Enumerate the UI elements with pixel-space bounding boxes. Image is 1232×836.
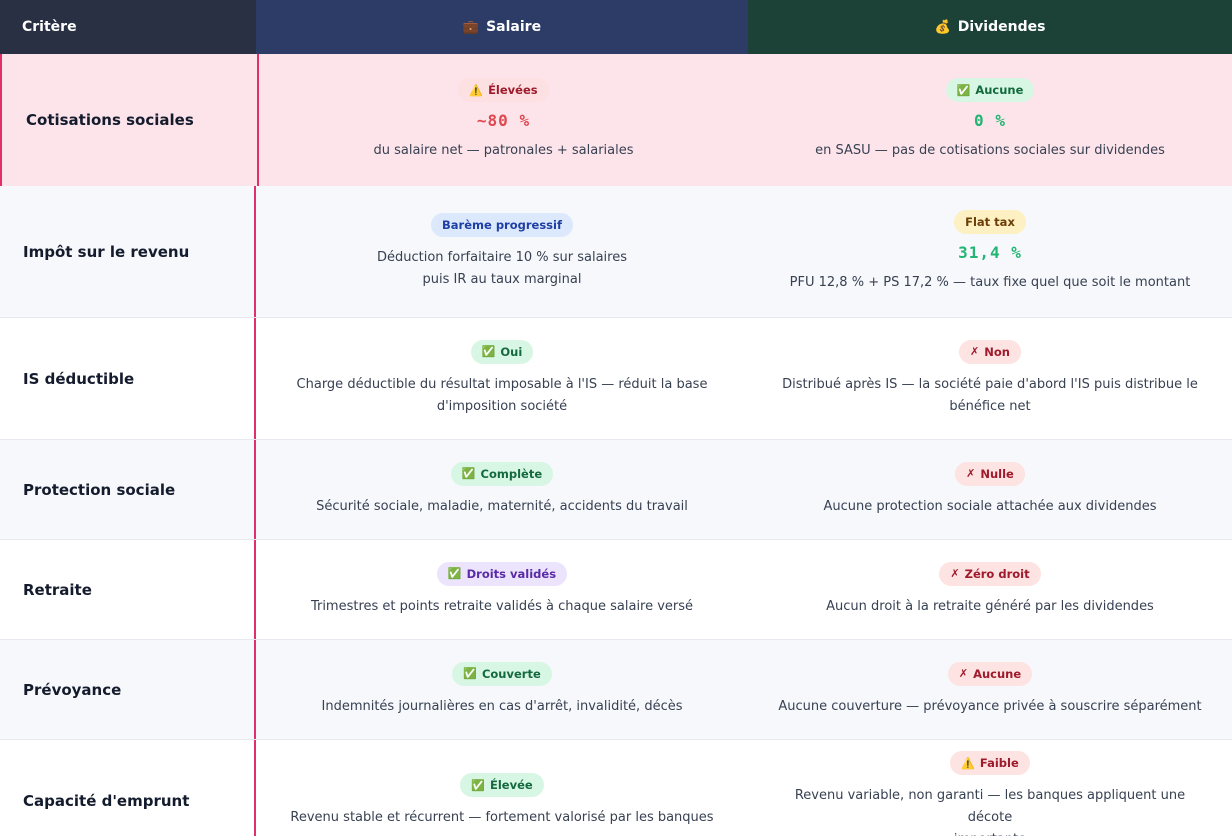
cell-description: Déduction forfaitaire 10 % sur salaires p… <box>377 249 627 287</box>
dividends-header: 💰 Dividendes <box>748 0 1232 54</box>
status-badge: Flat tax <box>954 209 1026 234</box>
table-row: Retraite ✅ Droits validés Trimestres et p… <box>0 540 1232 640</box>
cross-icon: ✗ <box>970 345 980 358</box>
salary-cell: ✅ Complète Sécurité sociale, maladie, mat… <box>256 440 748 539</box>
criterion-header: Critère <box>0 0 256 54</box>
cell-description: Charge déductible du résultat imposable … <box>296 376 708 414</box>
briefcase-icon: 💼 <box>462 19 480 35</box>
row-criterion: IS déductible <box>0 318 256 439</box>
cell-description: PFU 12,8 % + PS 17,2 % — taux fixe quel … <box>789 274 1191 290</box>
check-icon: ✅ <box>956 83 971 97</box>
money-bag-icon: 💰 <box>934 19 951 35</box>
status-badge: ✅ Aucune <box>945 78 1035 102</box>
cell-description: Aucune protection sociale attachée aux d… <box>823 498 1157 514</box>
rate-value: ~80 % <box>476 111 531 130</box>
row-criterion: Protection sociale <box>0 440 256 539</box>
check-icon: ✅ <box>471 778 485 792</box>
comparison-table: Critère 💼 Salaire 💰 Dividendes Cotisations… <box>0 0 1232 836</box>
table-row: IS déductible ✅ Oui Charge déductible du … <box>0 318 1232 440</box>
dividends-cell: ✗ Nulle Aucune protection sociale attaché… <box>748 440 1232 539</box>
cross-icon: ✗ <box>966 467 976 480</box>
rate-value: 31,4 % <box>958 242 1022 262</box>
table-row: Cotisations sociales ⚠️ Élevées ~80 % du … <box>0 54 1232 186</box>
dividends-cell: ✗ Zéro droit Aucun droit à la retraite gé… <box>748 540 1232 639</box>
cross-icon: ✗ <box>958 667 969 680</box>
salary-cell: ✅ Couverte Indemnités journalières en cas… <box>256 640 748 739</box>
dividends-header-label: Dividendes <box>957 19 1046 35</box>
cell-description: Revenu variable, non garanti — les banqu… <box>794 788 1186 836</box>
row-criterion: Prévoyance <box>0 640 256 739</box>
status-badge: ⚠️ Faible <box>950 751 1030 775</box>
salary-header-label: Salaire <box>486 19 542 35</box>
table-row: Impôt sur le revenu Barème progressif Dé… <box>0 186 1232 318</box>
row-criterion: Cotisations sociales <box>0 54 259 186</box>
status-badge: ✗ Nulle <box>955 461 1025 486</box>
table-row: Protection sociale ✅ Complète Sécurité so… <box>0 440 1232 540</box>
row-criterion: Impôt sur le revenu <box>0 186 256 317</box>
cell-description: en SASU — pas de cotisations sociales su… <box>815 143 1165 158</box>
cell-description: Trimestres et points retraite validés à … <box>310 598 694 614</box>
cross-icon: ✗ <box>950 567 960 580</box>
check-icon: ✅ <box>447 567 462 580</box>
salary-cell: ✅ Oui Charge déductible du résultat impos… <box>256 318 748 439</box>
check-icon: ✅ <box>463 667 477 680</box>
status-badge: ✗ Zéro droit <box>939 561 1041 586</box>
warning-icon: ⚠️ <box>469 83 484 97</box>
salary-cell: Barème progressif Déduction forfaitaire … <box>256 186 748 317</box>
table-row: Prévoyance ✅ Couverte Indemnités journali… <box>0 640 1232 740</box>
warning-icon: ⚠️ <box>961 756 975 770</box>
status-badge: ✅ Élevée <box>460 773 544 797</box>
status-badge: ✗ Non <box>959 339 1021 364</box>
cell-description: Sécurité sociale, maladie, maternité, ac… <box>316 498 688 514</box>
dividends-cell: ⚠️ Faible Revenu variable, non garanti — … <box>748 740 1232 836</box>
cell-description: Distribué après IS — la société paie d'a… <box>782 376 1198 414</box>
status-badge: Barème progressif <box>431 212 573 237</box>
dividends-cell: ✅ Aucune 0 % en SASU — pas de cotisations… <box>748 54 1232 186</box>
dividends-cell: ✗ Aucune Aucune couverture — prévoyance p… <box>748 640 1232 739</box>
status-badge: ✅ Complète <box>450 461 554 486</box>
salary-cell: ✅ Droits validés Trimestres et points ret… <box>256 540 748 639</box>
dividends-cell: ✗ Non Distribué après IS — la société pai… <box>748 318 1232 439</box>
status-badge: ⚠️ Élevées <box>458 78 549 102</box>
check-icon: ✅ <box>461 467 476 480</box>
status-badge: ✅ Droits validés <box>436 561 568 586</box>
cell-description: Indemnités journalières en cas d'arrêt, … <box>321 698 683 714</box>
status-badge: ✅ Oui <box>470 339 534 364</box>
row-criterion: Retraite <box>0 540 256 639</box>
rate-value: 0 % <box>974 111 1006 130</box>
table-header: Critère 💼 Salaire 💰 Dividendes <box>0 0 1232 54</box>
cell-description: Aucune couverture — prévoyance privée à … <box>778 698 1202 714</box>
salary-cell: ⚠️ Élevées ~80 % du salaire net — patrona… <box>259 54 748 186</box>
check-icon: ✅ <box>481 345 496 358</box>
cell-description: Revenu stable et récurrent — fortement v… <box>290 810 714 825</box>
criterion-header-label: Critère <box>22 19 77 35</box>
cell-description: Aucun droit à la retraite généré par les… <box>826 598 1154 614</box>
salary-header: 💼 Salaire <box>256 0 748 54</box>
status-badge: ✅ Couverte <box>452 661 552 686</box>
salary-cell: ✅ Élevée Revenu stable et récurrent — for… <box>256 740 748 836</box>
table-row: Capacité d'emprunt ✅ Élevée Revenu stable… <box>0 740 1232 836</box>
row-criterion: Capacité d'emprunt <box>0 740 256 836</box>
dividends-cell: Flat tax 31,4 % PFU 12,8 % + PS 17,2 % —… <box>748 186 1232 317</box>
cell-description: du salaire net — patronales + salariales <box>373 143 634 158</box>
status-badge: ✗ Aucune <box>947 661 1033 686</box>
